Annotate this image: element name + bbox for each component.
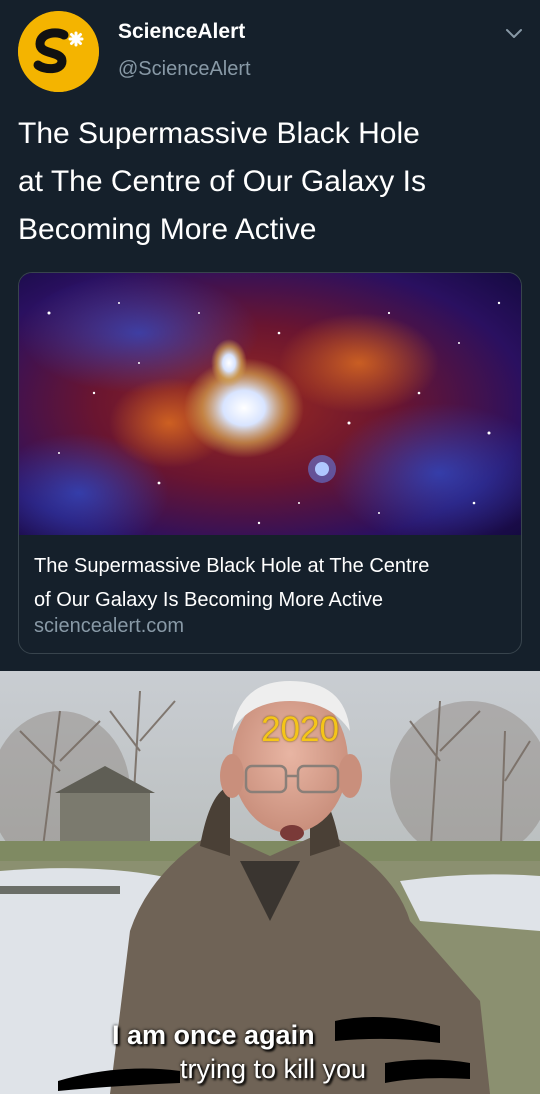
galaxy-center-image[interactable] xyxy=(19,273,521,535)
card-domain[interactable]: sciencealert.com xyxy=(34,615,184,638)
author-handle[interactable]: @ScienceAlert xyxy=(118,58,251,81)
meme-caption-line1: I am once again xyxy=(112,1020,315,1050)
tweet-text-line: The Supermassive Black Hole xyxy=(18,117,420,150)
card-title[interactable]: The Supermassive Black Hole at The Centr… xyxy=(34,549,504,617)
sciencealert-logo-icon xyxy=(18,11,99,92)
chevron-down-icon[interactable] xyxy=(503,22,525,44)
author-name[interactable]: ScienceAlert xyxy=(118,20,245,44)
meme-caption-line2: trying to kill you xyxy=(180,1054,367,1084)
link-card[interactable]: The Supermassive Black Hole at The Centr… xyxy=(18,272,522,654)
tweet-text: The Supermassive Black Hole at The Centr… xyxy=(18,110,518,254)
avatar[interactable] xyxy=(18,11,99,92)
tweet: ScienceAlert @ScienceAlert The Supermass… xyxy=(0,0,540,670)
tweet-text-line: Becoming More Active xyxy=(18,213,317,246)
meme-label: 2020 xyxy=(261,710,339,749)
card-title-line: of Our Galaxy Is Becoming More Active xyxy=(34,589,384,611)
tweet-text-line: at The Centre of Our Galaxy Is xyxy=(18,165,426,198)
card-title-line: The Supermassive Black Hole at The Centr… xyxy=(34,555,430,577)
